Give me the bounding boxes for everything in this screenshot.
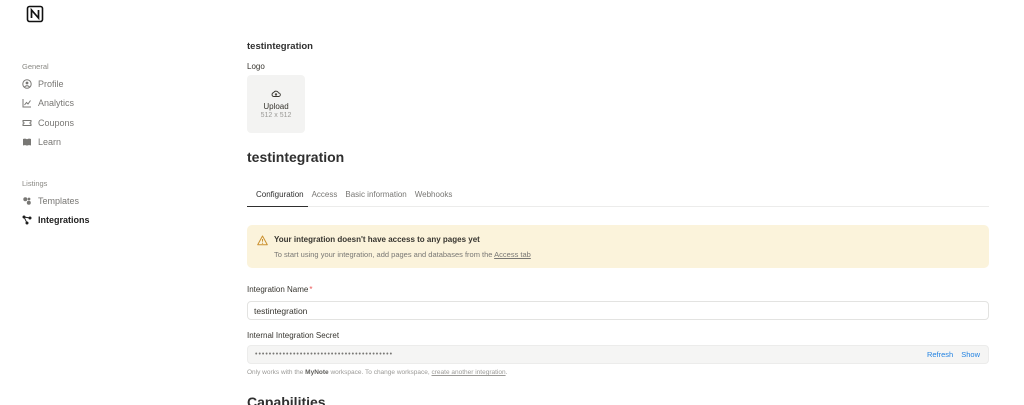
sidebar-item-integrations[interactable]: Integrations	[22, 212, 172, 228]
upload-size-hint: 512 x 512	[260, 112, 292, 119]
capabilities-heading: Capabilities	[247, 394, 326, 405]
create-integration-link[interactable]: create another integration	[432, 369, 506, 376]
sidebar-item-coupons[interactable]: Coupons	[22, 115, 172, 131]
hint-suffix: .	[505, 369, 508, 376]
integration-name-label: Integration Name*	[247, 285, 313, 294]
sidebar-item-label: Profile	[38, 79, 64, 89]
upload-label: Upload	[263, 102, 289, 111]
section-label-listings: Listings	[22, 179, 48, 188]
sidebar-item-label: Templates	[38, 196, 80, 206]
sidebar-item-templates[interactable]: Templates	[22, 193, 172, 209]
hint-middle: workspace. To change workspace,	[328, 369, 432, 376]
integration-secret-field: ••••••••••••••••••••••••••••••••••••••••…	[247, 345, 989, 364]
integration-name-input[interactable]: testintegration	[247, 301, 989, 320]
masked-secret-value: ••••••••••••••••••••••••••••••••••••••••	[255, 351, 394, 358]
sidebar-item-label: Analytics	[38, 98, 75, 108]
profile-icon	[22, 79, 32, 89]
sidebar-item-label: Coupons	[38, 118, 75, 128]
main-content: testintegration Logo Upload 512 x 512 te…	[247, 0, 989, 405]
integration-name-label-text: Integration Name	[247, 285, 309, 294]
analytics-icon	[22, 99, 31, 108]
alert-title: Your integration doesn't have access to …	[274, 235, 480, 244]
sidebar-item-label: Integrations	[38, 215, 90, 225]
logo-label: Logo	[247, 62, 265, 71]
alert-body: To start using your integration, add pag…	[274, 250, 531, 259]
tab-bar: Configuration Access Basic information W…	[247, 186, 989, 207]
templates-icon	[23, 197, 31, 205]
coupon-icon	[22, 120, 32, 126]
access-tab-link[interactable]: Access tab	[494, 250, 531, 259]
book-icon	[23, 138, 31, 146]
sidebar-item-label: Learn	[38, 137, 62, 147]
integration-secret-label: Internal Integration Secret	[247, 331, 340, 340]
required-mark: *	[309, 285, 313, 294]
refresh-secret-button[interactable]: Refresh	[927, 350, 953, 359]
cloud-upload-icon	[271, 90, 281, 97]
page-title: testintegration	[247, 149, 345, 165]
warning-icon	[257, 235, 268, 246]
alert-body-text: To start using your integration, add pag…	[274, 250, 495, 259]
logo-upload-button[interactable]: Upload 512 x 512	[247, 75, 305, 133]
sidebar: General Profile Analytics Coupons Learn …	[0, 0, 200, 405]
integration-small-title: testintegration	[247, 41, 313, 52]
section-label-general: General	[22, 62, 49, 71]
show-secret-button[interactable]: Show	[961, 350, 980, 359]
sidebar-item-profile[interactable]: Profile	[22, 76, 172, 92]
hint-prefix: Only works with the	[247, 369, 306, 376]
tab-webhooks[interactable]: Webhooks	[411, 186, 457, 207]
sidebar-item-learn[interactable]: Learn	[22, 134, 172, 150]
access-warning-callout: Your integration doesn't have access to …	[247, 225, 989, 268]
sidebar-item-analytics[interactable]: Analytics	[22, 95, 172, 111]
tab-basic-information[interactable]: Basic information	[341, 186, 410, 207]
tab-access[interactable]: Access	[308, 186, 342, 207]
workspace-hint: Only works with the MyNote workspace. To…	[247, 369, 507, 376]
workspace-name: MyNote	[305, 369, 329, 376]
tab-configuration[interactable]: Configuration	[247, 186, 308, 207]
integrations-icon	[22, 215, 32, 225]
